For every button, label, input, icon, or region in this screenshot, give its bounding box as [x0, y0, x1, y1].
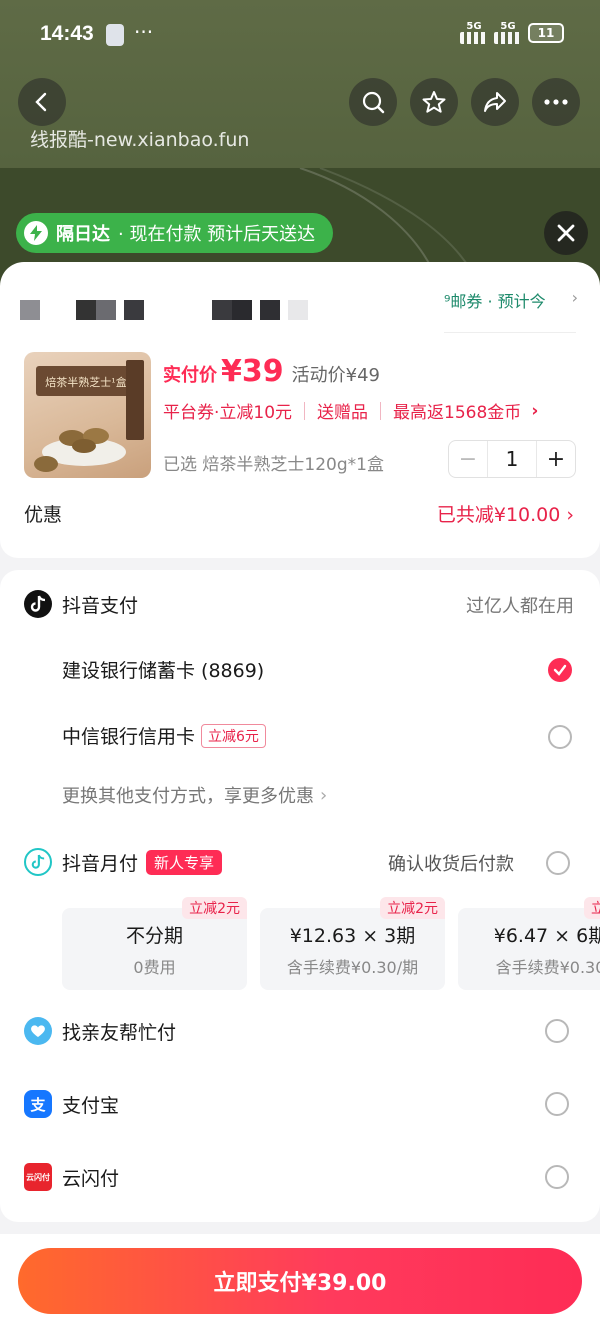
radio-ccb-selected[interactable]	[548, 658, 572, 682]
promo-coins: 最高返1568金币	[393, 403, 522, 423]
plan-badge: 立减2元	[380, 897, 445, 919]
douyin-pay-subtitle: 过亿人都在用	[466, 596, 574, 617]
back-button[interactable]	[18, 78, 66, 126]
pay-now-button[interactable]: 立即支付¥39.00	[18, 1248, 582, 1314]
payment-option-ccb[interactable]: 建设银行储蓄卡 (8869)	[62, 656, 264, 683]
payment-option-friend[interactable]: 找亲友帮忙付	[24, 1017, 176, 1045]
radio-citic[interactable]	[548, 725, 572, 749]
share-button[interactable]	[471, 78, 519, 126]
divider	[380, 401, 382, 420]
unionpay-icon: 云闪付	[24, 1163, 52, 1191]
radio-friend-pay[interactable]	[545, 1019, 569, 1043]
chevron-right-icon: ›	[320, 784, 328, 806]
radio-monthly-pay[interactable]	[546, 851, 570, 875]
monthly-pay-title: 抖音月付	[62, 852, 139, 875]
chevron-right-icon: ›	[566, 504, 574, 526]
monthly-pay-option[interactable]: 抖音月付 新人专享	[24, 848, 223, 876]
watermark: 线报酷-new.xianbao.fun	[30, 129, 250, 151]
delivery-text: · 现在付款 预计后天送达	[118, 224, 316, 245]
divider	[304, 401, 306, 420]
douyin-icon	[24, 590, 52, 618]
payment-option-citic[interactable]: 中信银行信用卡 立减6元	[62, 722, 266, 749]
star-icon	[422, 91, 446, 113]
redacted-shop-info	[20, 300, 308, 320]
chevron-right-icon: ›	[571, 288, 578, 307]
plan-badge: 立	[584, 897, 600, 919]
payment-option-unionpay[interactable]: 云闪付 云闪付	[24, 1163, 119, 1191]
increase-button[interactable]: +	[537, 447, 575, 472]
share-icon	[484, 92, 506, 112]
douyin-pay-title: 抖音支付	[62, 594, 139, 617]
delivery-title: 隔日达	[56, 224, 110, 245]
quantity-value[interactable]: 1	[487, 441, 537, 477]
selected-sku[interactable]: 已选 焙茶半熟芝士120g*1盒	[163, 450, 384, 475]
installment-plan-3[interactable]: 立减2元 ¥12.63 × 3期 含手续费¥0.30/期	[260, 897, 445, 990]
installment-plan-none[interactable]: 立减2元 不分期 0费用	[62, 897, 247, 990]
more-notifications-icon: ···	[134, 20, 154, 44]
douyin-pay-header: 抖音支付	[24, 590, 138, 618]
signal-icon: 5G	[494, 22, 522, 44]
battery-icon: 11	[528, 23, 564, 43]
heart-icon	[24, 1017, 52, 1045]
status-indicators: 5G 5G 11	[460, 22, 564, 44]
app-notification-icon	[106, 24, 124, 46]
promo-line[interactable]: 平台券·立减10元 送赠品 最高返1568金币 ›	[163, 398, 539, 424]
divider	[444, 332, 576, 333]
radio-alipay[interactable]	[545, 1092, 569, 1116]
final-price: ¥39	[221, 354, 284, 389]
delivery-badge: 隔日达 · 现在付款 预计后天送达	[16, 213, 334, 253]
lightning-icon	[24, 221, 48, 245]
discount-label: 优惠	[24, 504, 63, 526]
chevron-right-icon: ›	[531, 400, 539, 421]
discount-summary[interactable]: 已共减¥10.00 ›	[437, 500, 574, 527]
alipay-icon: 支	[24, 1090, 52, 1118]
plan-badge: 立减2元	[182, 897, 247, 919]
check-icon	[553, 664, 567, 676]
signal-icon: 5G	[460, 22, 488, 44]
payment-option-alipay[interactable]: 支 支付宝	[24, 1090, 119, 1118]
favorite-button[interactable]	[410, 78, 458, 126]
installment-plan-6[interactable]: 立 ¥6.47 × 6期 含手续费¥0.30	[458, 897, 600, 990]
product-image: 焙茶半熟芝士¹盒	[24, 352, 151, 478]
close-button[interactable]	[544, 211, 588, 255]
promo-gift: 送赠品	[317, 403, 369, 423]
coupon-hint[interactable]: ⁹邮券 · 预计今 ›	[444, 288, 600, 314]
price-line: 实付价 ¥39 活动价¥49	[163, 354, 380, 389]
monthly-pay-subtitle: 确认收货后付款	[388, 854, 514, 875]
new-user-tag: 新人专享	[146, 849, 223, 875]
douyin-monthly-icon	[24, 848, 52, 876]
quantity-stepper: − 1 +	[448, 440, 576, 478]
radio-unionpay[interactable]	[545, 1165, 569, 1189]
search-icon	[362, 91, 385, 114]
more-icon	[544, 99, 568, 105]
more-payment-methods[interactable]: 更换其他支付方式，享更多优惠 ›	[62, 782, 327, 808]
search-button[interactable]	[349, 78, 397, 126]
installment-plan-6-clip: 立 ¥6.47 × 6期 含手续费¥0.30	[458, 896, 600, 996]
more-button[interactable]	[532, 78, 580, 126]
chevron-left-icon	[35, 92, 47, 112]
price-label: 实付价	[163, 365, 217, 386]
promo-coupon: 平台券·立减10元	[163, 403, 293, 423]
decrease-button[interactable]: −	[449, 447, 487, 472]
product-box-label: 焙茶半熟芝士¹盒	[45, 375, 126, 389]
status-time: 14:43	[40, 22, 94, 45]
discount-tag: 立减6元	[201, 723, 266, 748]
activity-price: 活动价¥49	[291, 365, 380, 386]
close-icon	[557, 224, 575, 242]
